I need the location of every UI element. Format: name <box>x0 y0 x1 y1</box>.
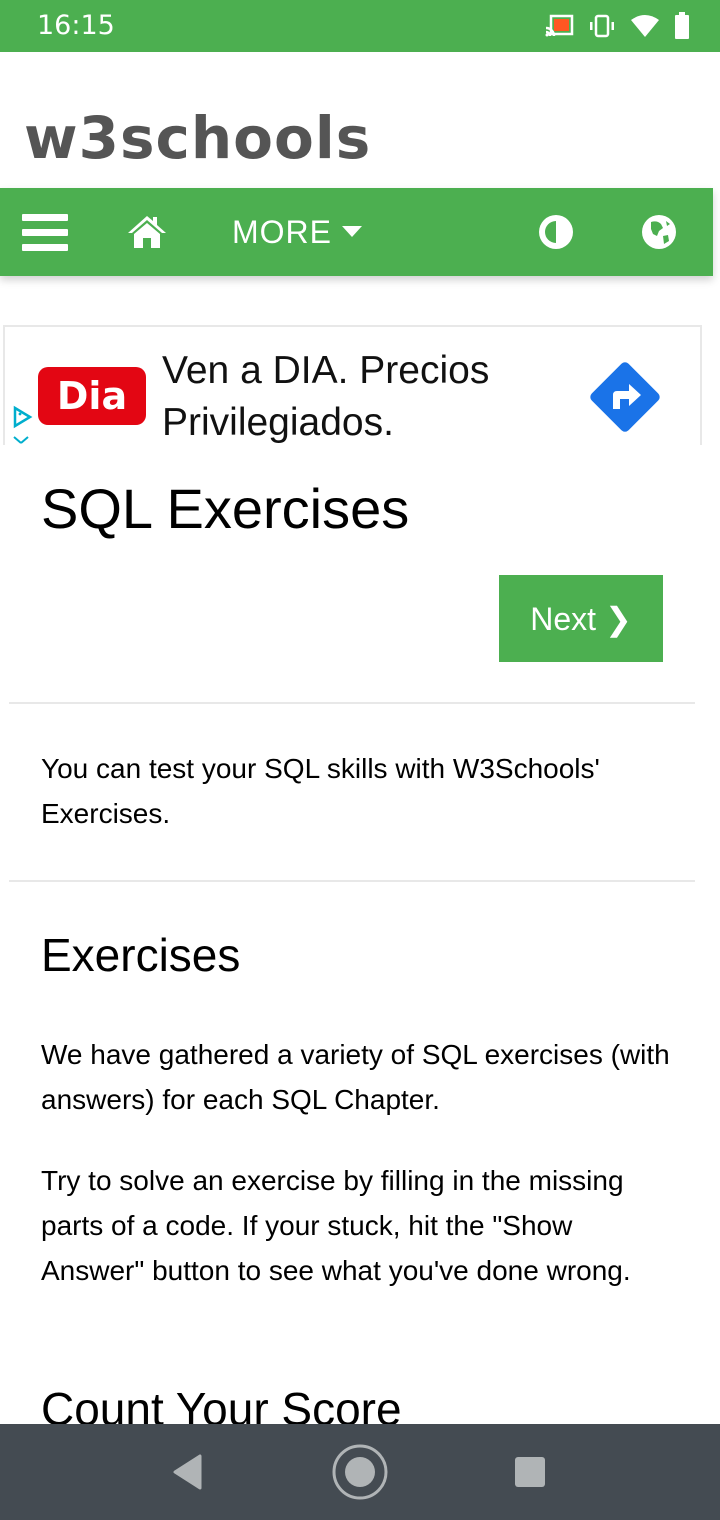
directions-arrow-icon[interactable] <box>585 357 665 437</box>
section-heading-exercises: Exercises <box>41 929 241 981</box>
contrast-icon <box>539 215 573 249</box>
divider <box>9 880 695 882</box>
menu-button[interactable] <box>22 188 68 276</box>
theme-toggle-button[interactable] <box>538 188 574 276</box>
exercises-description: We have gathered a variety of SQL exerci… <box>41 1039 670 1115</box>
back-icon <box>173 1454 202 1490</box>
more-menu-button[interactable]: MORE <box>232 188 362 276</box>
next-button[interactable]: Next ❯ <box>499 575 663 662</box>
home-system-button[interactable] <box>320 1424 400 1520</box>
back-button[interactable] <box>148 1424 228 1520</box>
ad-text-line1: Ven a DIA. Precios <box>162 349 490 392</box>
more-label: MORE <box>232 213 332 250</box>
top-navigation: MORE <box>0 188 713 276</box>
w3schools-logo[interactable]: w3schools <box>24 104 371 172</box>
language-button[interactable] <box>641 188 677 276</box>
home-button[interactable] <box>126 188 168 276</box>
intro-text: You can test your SQL skills with W3Scho… <box>41 753 600 829</box>
ad-brand-logo: Dia <box>38 367 146 425</box>
home-circle-icon <box>332 1444 388 1500</box>
recents-square-icon <box>515 1457 545 1487</box>
globe-icon <box>642 215 676 249</box>
divider <box>9 702 695 704</box>
battery-icon <box>675 12 689 39</box>
ad-text: Ven a DIA. Precios Privilegiados. <box>162 345 489 445</box>
advertisement-banner[interactable]: Dia Ven a DIA. Precios Privilegiados. <box>3 325 702 445</box>
status-icons <box>544 12 690 40</box>
caret-down-icon <box>342 226 362 237</box>
page-title: SQL Exercises <box>41 477 410 540</box>
hamburger-icon <box>22 214 68 251</box>
wifi-icon <box>631 15 659 37</box>
status-time: 16:15 <box>37 10 115 41</box>
recents-button[interactable] <box>490 1424 570 1520</box>
home-icon <box>128 216 166 248</box>
exercises-instructions: Try to solve an exercise by filling in t… <box>41 1165 631 1286</box>
cast-icon <box>545 14 574 37</box>
system-navigation-bar <box>0 1424 720 1520</box>
ad-text-line2: Privilegiados. <box>162 401 394 444</box>
adchoices-icon[interactable] <box>11 405 33 445</box>
status-bar: 16:15 <box>0 0 720 52</box>
vibrate-icon <box>590 14 614 38</box>
